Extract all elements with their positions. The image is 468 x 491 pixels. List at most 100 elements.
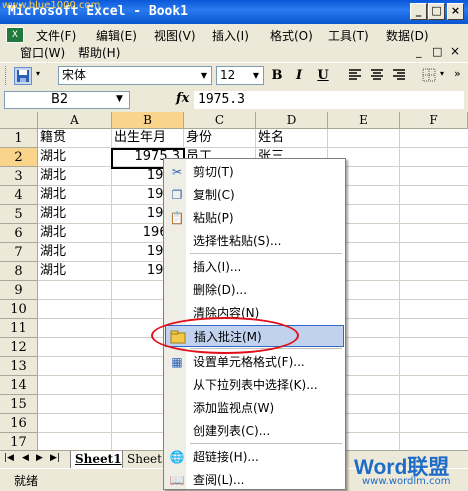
menu-item-3[interactable]: 📋 粘贴(P)	[165, 207, 344, 229]
row-header-9[interactable]: 9	[0, 281, 38, 300]
menu-edit[interactable]: 编辑(E)	[96, 27, 137, 44]
next-sheet-icon[interactable]: ▶	[36, 453, 43, 463]
cut-icon: ✂	[171, 165, 183, 179]
row-header-13[interactable]: 13	[0, 357, 38, 376]
menu-item-label: 插入(I)...	[193, 260, 242, 274]
column-header-d[interactable]: D	[256, 112, 328, 129]
toolbar-overflow-icon[interactable]: »	[454, 67, 461, 80]
sheet-tab-2[interactable]: Sheet	[122, 451, 167, 469]
row-header-10[interactable]: 10	[0, 300, 38, 319]
underline-button[interactable]: U	[314, 67, 332, 85]
grid-column-line	[399, 129, 400, 450]
name-box-dropdown-icon[interactable]: ▼	[116, 94, 123, 104]
cell-a3[interactable]: 湖北	[40, 166, 110, 185]
cell-a6[interactable]: 湖北	[40, 223, 110, 242]
menu-data[interactable]: 数据(D)	[386, 27, 429, 44]
menu-format[interactable]: 格式(O)	[270, 27, 313, 44]
menu-item-label: 创建列表(C)...	[193, 424, 271, 438]
column-header-b[interactable]: B	[112, 112, 184, 129]
row-header-2[interactable]: 2	[0, 148, 38, 167]
menu-item-label: 选择性粘贴(S)...	[193, 234, 282, 248]
align-center-icon[interactable]	[368, 67, 386, 85]
row-header-4[interactable]: 4	[0, 186, 38, 205]
column-header-f[interactable]: F	[400, 112, 468, 129]
bold-button[interactable]: B	[268, 67, 286, 85]
title-bar: Microsoft Excel - Book1 www.blue1000.com…	[0, 0, 468, 24]
last-sheet-icon[interactable]: ▶|	[50, 453, 60, 463]
column-header-a[interactable]: A	[38, 112, 112, 129]
menu-item-14[interactable]: 📖 查阅(L)...	[165, 469, 344, 491]
sheet-tab-1[interactable]: Sheet1	[70, 451, 127, 469]
select-all-corner[interactable]	[0, 112, 38, 129]
cell-a1[interactable]: 籍贯	[40, 128, 110, 147]
font-size-combo[interactable]: 12 ▼	[216, 66, 264, 85]
column-header-c[interactable]: C	[184, 112, 256, 129]
chevron-down-icon[interactable]: ▼	[198, 68, 210, 83]
insert-function-icon[interactable]: fx	[176, 91, 189, 106]
align-left-icon[interactable]	[346, 67, 364, 85]
row-header-12[interactable]: 12	[0, 338, 38, 357]
row-header-5[interactable]: 5	[0, 205, 38, 224]
menu-item-11[interactable]: 添加监视点(W)	[165, 397, 344, 419]
cell-a4[interactable]: 湖北	[40, 185, 110, 204]
menu-item-5[interactable]: 插入(I)...	[165, 256, 344, 278]
row-header-15[interactable]: 15	[0, 395, 38, 414]
menu-tools[interactable]: 工具(T)	[328, 27, 369, 44]
cell-a5[interactable]: 湖北	[40, 204, 110, 223]
close-button[interactable]: ×	[447, 3, 464, 20]
align-right-icon[interactable]	[390, 67, 408, 85]
formatting-toolbar: ▾ 宋体 ▼ 12 ▼ B I U ▾ »	[0, 62, 468, 90]
toolbar-options-icon[interactable]: ▾	[36, 69, 40, 78]
status-text: 就绪	[14, 474, 39, 488]
row-header-7[interactable]: 7	[0, 243, 38, 262]
toolbar-grip[interactable]	[5, 66, 9, 85]
cell-b1[interactable]: 出生年月	[114, 128, 180, 147]
menu-window[interactable]: 窗口(W)	[20, 44, 65, 61]
row-header-11[interactable]: 11	[0, 319, 38, 338]
doc-close-button[interactable]: ×	[450, 44, 460, 58]
excel-doc-icon[interactable]: X	[6, 27, 24, 43]
cell-d1[interactable]: 姓名	[258, 128, 326, 147]
cell-a7[interactable]: 湖北	[40, 242, 110, 261]
cell-c1[interactable]: 身份	[186, 128, 254, 147]
menu-item-12[interactable]: 创建列表(C)...	[165, 420, 344, 442]
cell-a8[interactable]: 湖北	[40, 261, 110, 280]
menu-view[interactable]: 视图(V)	[154, 27, 196, 44]
row-header-6[interactable]: 6	[0, 224, 38, 243]
first-sheet-icon[interactable]: |◀	[4, 453, 14, 463]
prev-sheet-icon[interactable]: ◀	[22, 453, 29, 463]
doc-minimize-button[interactable]: _	[416, 45, 422, 58]
borders-icon[interactable]	[420, 67, 438, 85]
row-header-3[interactable]: 3	[0, 167, 38, 186]
menu-file[interactable]: 文件(F)	[36, 27, 76, 44]
formula-input[interactable]: 1975.3	[194, 91, 464, 109]
italic-button[interactable]: I	[290, 67, 308, 85]
cell-a2[interactable]: 湖北	[40, 147, 110, 166]
menu-item-1[interactable]: ✂ 剪切(T)	[165, 161, 344, 183]
menu-item-label: 复制(C)	[193, 188, 235, 202]
chevron-down-icon[interactable]: ▼	[250, 68, 262, 83]
doc-restore-button[interactable]: □	[432, 45, 442, 58]
save-icon[interactable]	[14, 67, 32, 85]
column-header-e[interactable]: E	[328, 112, 400, 129]
menu-item-6[interactable]: 删除(D)...	[165, 279, 344, 301]
menu-help[interactable]: 帮助(H)	[78, 44, 120, 61]
font-name-combo[interactable]: 宋体 ▼	[58, 66, 212, 85]
menu-item-4[interactable]: 选择性粘贴(S)...	[165, 230, 344, 252]
borders-dropdown-icon[interactable]: ▾	[440, 69, 444, 78]
minimize-button[interactable]: _	[410, 3, 427, 20]
menu-item-10[interactable]: 从下拉列表中选择(K)...	[165, 374, 344, 396]
menu-item-2[interactable]: ❐ 复制(C)	[165, 184, 344, 206]
name-box[interactable]: B2	[4, 91, 130, 109]
row-header-17[interactable]: 17	[0, 433, 38, 450]
row-header-14[interactable]: 14	[0, 376, 38, 395]
menu-item-9[interactable]: ▦ 设置单元格格式(F)...	[165, 351, 344, 373]
row-header-1[interactable]: 1	[0, 129, 38, 148]
menu-item-13[interactable]: 🌐 超链接(H)...	[165, 446, 344, 468]
menu-item-label: 超链接(H)...	[193, 450, 259, 464]
row-header-16[interactable]: 16	[0, 414, 38, 433]
maximize-button[interactable]: □	[428, 3, 445, 20]
menu-bar: X 文件(F) 编辑(E) 视图(V) 插入(I) 格式(O) 工具(T) 数据…	[0, 24, 468, 63]
menu-insert[interactable]: 插入(I)	[212, 27, 249, 44]
row-header-8[interactable]: 8	[0, 262, 38, 281]
